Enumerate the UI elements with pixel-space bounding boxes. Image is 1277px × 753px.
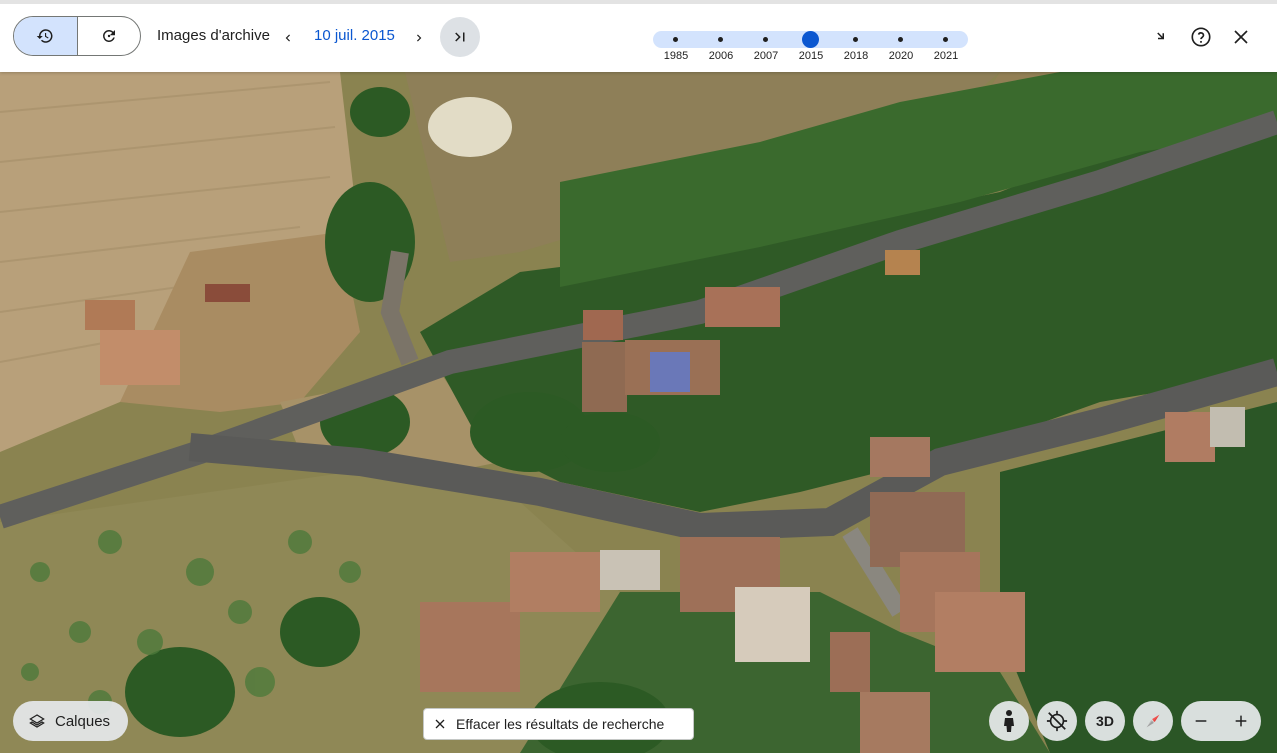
clear-search-results-button[interactable]: Effacer les résultats de recherche	[423, 708, 694, 740]
close-button[interactable]	[1224, 20, 1258, 54]
plus-icon	[1235, 715, 1247, 727]
year-timeline[interactable]	[653, 31, 968, 48]
timeline-point-2007[interactable]	[763, 37, 768, 42]
restore-icon	[102, 30, 115, 42]
next-date-button[interactable]	[407, 24, 431, 52]
selected-date[interactable]: 10 juil. 2015	[314, 27, 395, 44]
pegman-icon	[1004, 710, 1014, 732]
timeline-selected-knob[interactable]	[802, 31, 819, 48]
zoom-out-button[interactable]	[1181, 701, 1221, 741]
chevron-left-icon	[285, 34, 290, 42]
location-off-icon	[1046, 710, 1068, 732]
timeline-year-label: 2015	[798, 50, 824, 62]
zoom-controls	[1181, 701, 1261, 741]
satellite-map[interactable]	[0, 72, 1277, 753]
compass-icon	[1146, 714, 1160, 728]
history-mode-toggle	[13, 16, 141, 56]
restore-current-button[interactable]	[78, 17, 141, 55]
layers-icon	[29, 714, 45, 728]
zoom-in-button[interactable]	[1221, 701, 1261, 741]
chevron-right-icon	[417, 34, 422, 42]
my-location-button[interactable]	[1037, 701, 1077, 741]
timeline-year-label: 2006	[708, 50, 734, 62]
compass-button[interactable]	[1133, 701, 1173, 741]
collapse-button[interactable]	[1144, 20, 1178, 54]
timeline-year-label: 2007	[753, 50, 779, 62]
timeline-point-2021[interactable]	[943, 37, 948, 42]
archive-images-label: Images d'archive	[157, 27, 270, 44]
3d-toggle-button[interactable]: 3D	[1085, 701, 1125, 741]
timeline-year-label: 2021	[933, 50, 959, 62]
layers-button[interactable]: Calques	[13, 701, 128, 741]
skip-to-latest-icon	[455, 32, 465, 42]
jump-to-latest-button[interactable]	[440, 17, 480, 57]
historical-imagery-toolbar: Images d'archive 10 juil. 2015 1985 2006…	[0, 0, 1277, 72]
history-button[interactable]	[14, 17, 78, 55]
history-icon	[37, 29, 53, 43]
clear-search-label: Effacer les résultats de recherche	[456, 716, 665, 732]
timeline-point-2006[interactable]	[718, 37, 723, 42]
timeline-point-1985[interactable]	[673, 37, 678, 42]
help-button[interactable]	[1184, 20, 1218, 54]
help-icon	[1191, 27, 1211, 47]
close-icon	[435, 719, 445, 729]
close-icon	[1234, 30, 1248, 44]
minus-icon	[1195, 720, 1207, 722]
timeline-year-label: 1985	[663, 50, 689, 62]
timeline-year-label: 2018	[843, 50, 869, 62]
layers-label: Calques	[55, 712, 111, 730]
satellite-imagery	[0, 72, 1277, 753]
street-view-button[interactable]	[989, 701, 1029, 741]
previous-date-button[interactable]	[276, 24, 300, 52]
collapse-icon	[1157, 32, 1164, 40]
timeline-point-2020[interactable]	[898, 37, 903, 42]
timeline-point-2018[interactable]	[853, 37, 858, 42]
timeline-year-label: 2020	[888, 50, 914, 62]
